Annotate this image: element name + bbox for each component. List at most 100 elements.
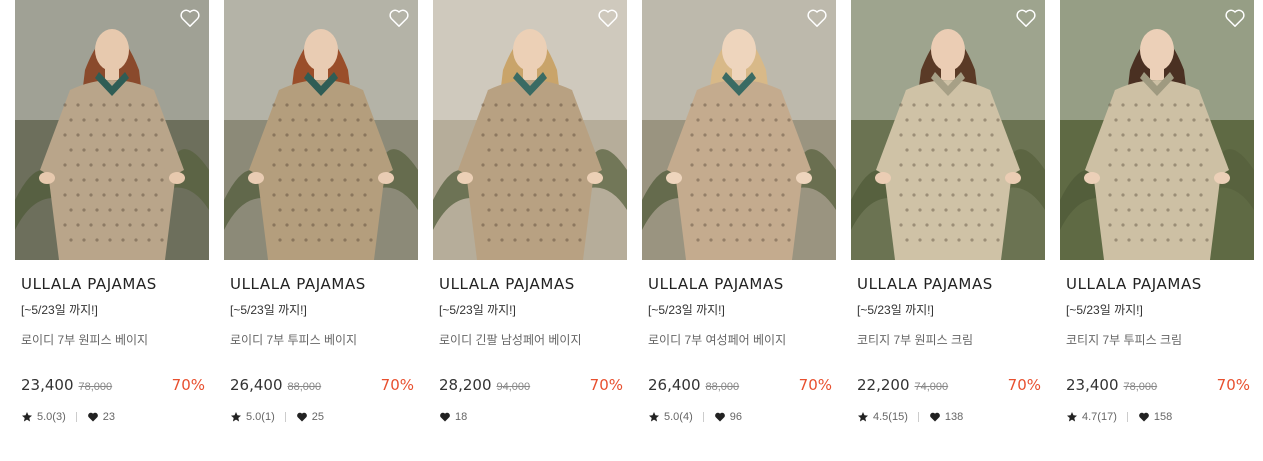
product-name[interactable]: 로이디 7부 원피스 베이지 [15, 331, 209, 348]
promo-text: [~5/23일 까지!] [21, 303, 98, 317]
product-card[interactable]: ULLALA PAJAMAS [~5/23일 까지!] 코티지 7부 투피스 크… [1060, 0, 1254, 461]
heart-icon [440, 412, 450, 422]
product-photo [433, 0, 627, 260]
sale-price: 26,400 [648, 376, 701, 394]
product-image[interactable] [642, 0, 836, 260]
discount-rate: 70% [171, 376, 205, 394]
product-photo [15, 0, 209, 260]
wishlist-heart-icon[interactable] [597, 8, 619, 28]
product-card[interactable]: ULLALA PAJAMAS [~5/23일 까지!] 로이디 7부 원피스 베… [15, 0, 209, 461]
meta-divider [75, 412, 77, 422]
discount-rate: 70% [380, 376, 414, 394]
heart-icon [296, 412, 307, 422]
brand-name[interactable]: ULLALA PAJAMAS [851, 275, 1045, 293]
product-image[interactable] [433, 0, 627, 260]
brand-name[interactable]: ULLALA PAJAMAS [642, 275, 836, 293]
likes: 96 [714, 411, 742, 423]
star-icon [22, 412, 32, 422]
likes: 18 [439, 411, 467, 423]
brand-name[interactable]: ULLALA PAJAMAS [15, 275, 209, 293]
discount-rate: 70% [589, 376, 623, 394]
sale-price: 23,400 [21, 376, 74, 394]
original-price: 74,000 [914, 381, 949, 393]
product-name[interactable]: 로이디 7부 여성페어 베이지 [642, 331, 836, 348]
promo-text: [~5/23일 까지!] [1066, 303, 1143, 317]
product-photo [224, 0, 418, 260]
rating: 5.0(4) [648, 411, 693, 423]
product-meta: 4.7(17) 158 [1066, 411, 1172, 423]
wishlist-heart-icon[interactable] [806, 8, 828, 28]
rating-value: 5.0(3) [37, 411, 66, 423]
product-meta: 5.0(1) 25 [230, 411, 324, 423]
brand-name[interactable]: ULLALA PAJAMAS [433, 275, 627, 293]
rating: 5.0(3) [21, 411, 66, 423]
wishlist-heart-icon[interactable] [1224, 8, 1246, 28]
product-meta: 4.5(15) 138 [857, 411, 963, 423]
likes-count: 23 [102, 411, 115, 423]
discount-rate: 70% [798, 376, 832, 394]
brand-name[interactable]: ULLALA PAJAMAS [1060, 275, 1254, 293]
rating: 4.5(15) [857, 411, 908, 423]
heart-icon [87, 412, 98, 422]
likes-count: 138 [944, 411, 964, 423]
rating-value: 5.0(4) [664, 411, 693, 423]
price-row: 23,400 78,000 70% [1066, 376, 1250, 394]
product-image[interactable] [851, 0, 1045, 260]
product-image[interactable] [15, 0, 209, 260]
product-meta: 5.0(3) 23 [21, 411, 115, 423]
likes-count: 18 [455, 411, 468, 423]
likes: 158 [1138, 411, 1172, 423]
star-icon [231, 412, 241, 422]
original-price: 88,000 [705, 381, 740, 393]
price-row: 28,200 94,000 70% [439, 376, 623, 394]
price-row: 26,400 88,000 70% [648, 376, 832, 394]
likes-count: 158 [1153, 411, 1173, 423]
product-name[interactable]: 코티지 7부 투피스 크림 [1060, 331, 1254, 348]
star-icon [649, 412, 659, 422]
product-meta: 18 [439, 411, 467, 423]
star-icon [1067, 412, 1077, 422]
product-name[interactable]: 코티지 7부 원피스 크림 [851, 331, 1045, 348]
promo-text: [~5/23일 까지!] [857, 303, 934, 317]
original-price: 94,000 [496, 381, 531, 393]
product-name[interactable]: 로이디 7부 투피스 베이지 [224, 331, 418, 348]
rating-value: 4.5(15) [873, 411, 908, 423]
meta-divider [284, 412, 286, 422]
rating-value: 4.7(17) [1082, 411, 1117, 423]
product-image[interactable] [1060, 0, 1254, 260]
price-row: 26,400 88,000 70% [230, 376, 414, 394]
wishlist-heart-icon[interactable] [179, 8, 201, 28]
wishlist-heart-icon[interactable] [388, 8, 410, 28]
product-image[interactable] [224, 0, 418, 260]
product-photo [1060, 0, 1254, 260]
product-card[interactable]: ULLALA PAJAMAS [~5/23일 까지!] 로이디 7부 여성페어 … [642, 0, 836, 461]
product-photo [642, 0, 836, 260]
likes-count: 96 [729, 411, 742, 423]
sale-price: 26,400 [230, 376, 283, 394]
sale-price: 23,400 [1066, 376, 1119, 394]
meta-divider [702, 412, 704, 422]
rating: 5.0(1) [230, 411, 275, 423]
promo-text: [~5/23일 까지!] [439, 303, 516, 317]
likes: 25 [296, 411, 324, 423]
heart-icon [1138, 412, 1149, 422]
discount-rate: 70% [1216, 376, 1250, 394]
original-price: 78,000 [78, 381, 113, 393]
product-card[interactable]: ULLALA PAJAMAS [~5/23일 까지!] 로이디 7부 투피스 베… [224, 0, 418, 461]
product-name[interactable]: 로이디 긴팔 남성페어 베이지 [433, 331, 627, 348]
price-row: 22,200 74,000 70% [857, 376, 1041, 394]
original-price: 78,000 [1123, 381, 1158, 393]
rating: 4.7(17) [1066, 411, 1117, 423]
product-card[interactable]: ULLALA PAJAMAS [~5/23일 까지!] 코티지 7부 원피스 크… [851, 0, 1045, 461]
sale-price: 22,200 [857, 376, 910, 394]
wishlist-heart-icon[interactable] [1015, 8, 1037, 28]
meta-divider [917, 412, 919, 422]
product-photo [851, 0, 1045, 260]
original-price: 88,000 [287, 381, 322, 393]
likes: 138 [929, 411, 963, 423]
brand-name[interactable]: ULLALA PAJAMAS [224, 275, 418, 293]
discount-rate: 70% [1007, 376, 1041, 394]
product-card[interactable]: ULLALA PAJAMAS [~5/23일 까지!] 로이디 긴팔 남성페어 … [433, 0, 627, 461]
heart-icon [714, 412, 725, 422]
rating-value: 5.0(1) [246, 411, 275, 423]
